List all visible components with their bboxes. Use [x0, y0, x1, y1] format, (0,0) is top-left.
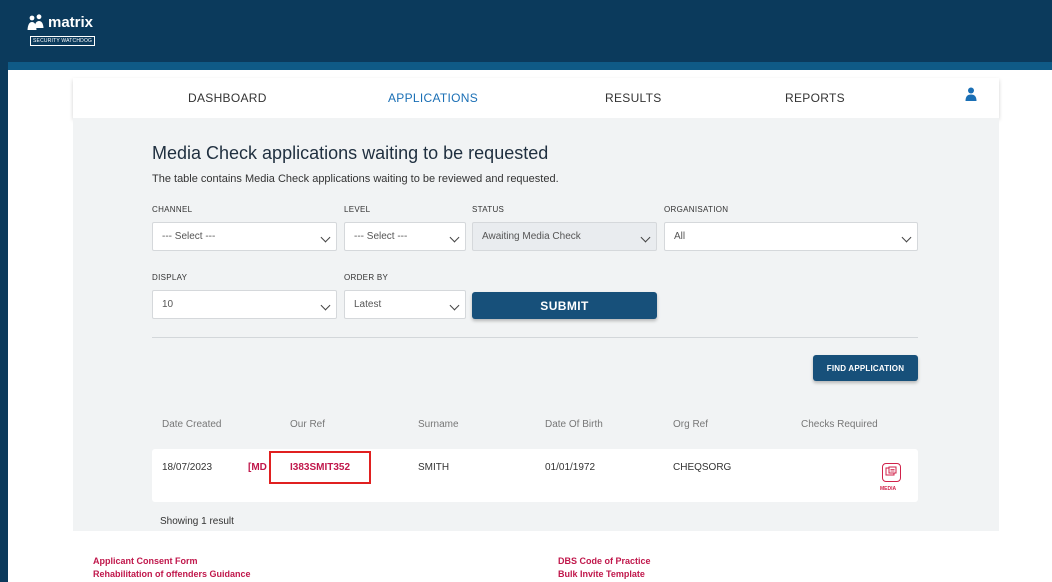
cell-date-created: 18/07/2023 [162, 462, 213, 473]
table-row[interactable] [152, 449, 918, 502]
order-by-label: ORDER BY [344, 273, 389, 282]
level-label: LEVEL [344, 205, 371, 214]
display-value: 10 [162, 299, 174, 310]
organisation-value: All [674, 231, 686, 242]
app-header [0, 0, 1052, 62]
cell-ref-prefix: [MD [248, 462, 267, 473]
level-value: --- Select --- [354, 231, 408, 242]
organisation-select[interactable]: All [664, 222, 918, 251]
order-by-value: Latest [354, 299, 382, 310]
status-value: Awaiting Media Check [482, 231, 581, 242]
nav-reports[interactable]: REPORTS [785, 91, 845, 105]
nav-applications[interactable]: APPLICATIONS [388, 91, 478, 105]
chevron-down-icon [449, 300, 460, 311]
display-label: DISPLAY [152, 273, 188, 282]
channel-value: --- Select --- [162, 231, 216, 242]
page-title: Media Check applications waiting to be r… [152, 143, 549, 163]
highlighted-ref-box[interactable]: I383SMIT352 [269, 451, 371, 484]
cell-our-ref-link[interactable]: I383SMIT352 [290, 462, 350, 473]
chevron-down-icon [449, 232, 460, 243]
people-icon [27, 14, 44, 30]
footer-link-rehab-guidance[interactable]: Rehabilitation of offenders Guidance [93, 569, 251, 579]
status-select: Awaiting Media Check [472, 222, 657, 251]
channel-select[interactable]: --- Select --- [152, 222, 337, 251]
brand-tagline: SECURITY WATCHDOG [30, 36, 96, 46]
chevron-down-icon [640, 232, 651, 243]
results-count: Showing 1 result [160, 516, 234, 527]
media-check-label: MEDIA [880, 486, 897, 492]
status-label: STATUS [472, 205, 505, 214]
header-stripe [0, 62, 1052, 70]
submit-button[interactable]: SUBMIT [472, 292, 657, 319]
nav-results[interactable]: RESULTS [605, 91, 662, 105]
cell-date-of-birth: 01/01/1972 [545, 462, 596, 473]
col-surname: Surname [418, 419, 459, 430]
level-select[interactable]: --- Select --- [344, 222, 466, 251]
col-checks-required: Checks Required [801, 419, 878, 430]
chevron-down-icon [901, 232, 912, 243]
organisation-label: ORGANISATION [664, 205, 729, 214]
col-our-ref: Our Ref [290, 419, 326, 430]
cell-org-ref: CHEQSORG [673, 462, 732, 473]
display-select[interactable]: 10 [152, 290, 337, 319]
chevron-down-icon [320, 300, 331, 311]
channel-label: CHANNEL [152, 205, 193, 214]
page-subtitle: The table contains Media Check applicati… [152, 173, 559, 185]
order-by-select[interactable]: Latest [344, 290, 466, 319]
col-date-of-birth: Date Of Birth [545, 419, 603, 430]
footer-link-consent-form[interactable]: Applicant Consent Form [93, 556, 198, 566]
footer-link-bulk-invite[interactable]: Bulk Invite Template [558, 569, 645, 579]
media-check-icon[interactable] [882, 463, 901, 482]
col-org-ref: Org Ref [673, 419, 709, 430]
main-nav: DASHBOARD APPLICATIONS RESULTS REPORTS [73, 78, 999, 118]
section-divider [152, 337, 918, 338]
footer-link-dbs-code[interactable]: DBS Code of Practice [558, 556, 651, 566]
brand-name: matrix [48, 14, 94, 31]
find-application-button[interactable]: FIND APPLICATION [813, 355, 918, 381]
left-edge [0, 62, 8, 582]
nav-dashboard[interactable]: DASHBOARD [188, 91, 267, 105]
col-date-created: Date Created [162, 419, 222, 430]
chevron-down-icon [320, 232, 331, 243]
user-icon[interactable] [965, 87, 977, 101]
cell-surname: SMITH [418, 462, 450, 473]
